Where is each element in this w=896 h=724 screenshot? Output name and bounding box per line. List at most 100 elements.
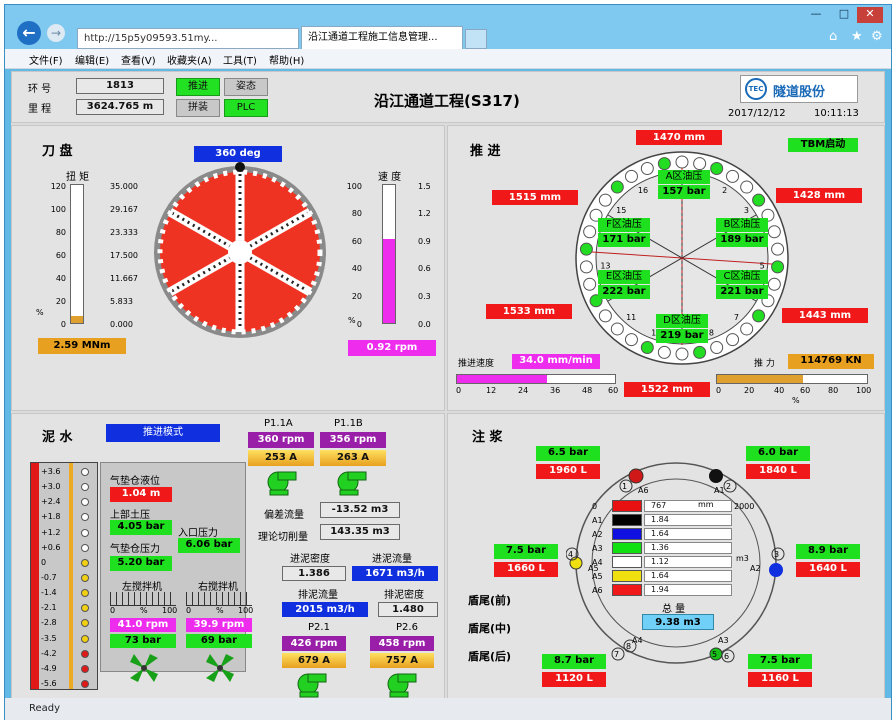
push-speed-value: 34.0 mm/min <box>512 354 600 369</box>
menu-file[interactable]: 文件(F) <box>29 52 63 67</box>
chamber-press-value: 5.20 bar <box>110 556 172 571</box>
port-label-a3: A3 <box>718 636 729 645</box>
level-scale-label: +3.0 <box>41 482 61 492</box>
theory-label: 理论切削量 <box>258 532 308 543</box>
grout-row-value: 1.12 <box>644 556 732 568</box>
speed-unit: % <box>348 316 356 325</box>
tick-label: 23.333 <box>110 228 138 237</box>
tail-back-label: 盾尾(后) <box>468 650 512 663</box>
menu-help[interactable]: 帮助(H) <box>269 52 304 67</box>
cylinder-number: 16 <box>638 186 648 195</box>
pump-p11a-icon <box>267 471 297 496</box>
tick-label: 0 <box>60 320 66 329</box>
posture-button[interactable]: 姿态 <box>224 78 268 96</box>
tick-label: 20 <box>55 297 66 306</box>
header-panel: 环 号 1813 里 程 3624.765 m 推进 姿态 拼装 PLC 沿江通… <box>11 71 885 123</box>
grout-row-value: 1.64 <box>644 528 732 540</box>
p11b-rpm: 356 rpm <box>320 432 386 448</box>
out-flow-value: 2015 m3/h <box>282 602 368 617</box>
out-density-value: 1.480 <box>378 602 438 617</box>
pump-p11b-icon <box>337 471 367 496</box>
address-bar[interactable]: http://15p5y09593.51my... <box>77 28 299 49</box>
level-scale-label: -3.5 <box>41 633 57 643</box>
close-button[interactable]: ✕ <box>857 7 883 23</box>
menu-view[interactable]: 查看(V) <box>121 52 156 67</box>
plc-button[interactable]: PLC <box>224 99 268 117</box>
level-dot <box>81 498 89 507</box>
menu-favorites[interactable]: 收藏夹(A) <box>167 52 212 67</box>
level-scale-label: 0 <box>41 557 47 567</box>
grout-table: 0 767 A1 1.84 A2 1.64 A3 1.36 A4 1.12 A5 1.64 A6 1.94 <box>592 500 732 598</box>
new-tab-button[interactable] <box>465 29 487 49</box>
grout-port-number: 5 <box>712 650 717 659</box>
grout-row-swatch <box>612 528 642 540</box>
torque-bar <box>70 184 84 324</box>
grout-total-label: 总 量 <box>662 604 686 615</box>
assemble-button[interactable]: 拼装 <box>176 99 220 117</box>
p11b-amp: 263 A <box>320 450 386 466</box>
grout-bl-l: 1120 L <box>542 672 606 687</box>
grout-row-swatch <box>612 514 642 526</box>
push-mode-button[interactable]: 推进 <box>176 78 220 96</box>
level-dot <box>81 680 89 688</box>
tick-label: 24 <box>518 386 529 395</box>
tick-label: 20 <box>744 386 755 395</box>
menu-tools[interactable]: 工具(T) <box>223 52 257 67</box>
tick-label: 40 <box>774 386 785 395</box>
p26-rpm: 458 rpm <box>370 636 434 651</box>
left-mixer-icon <box>130 654 158 682</box>
dev-flow-value: -13.52 m3 <box>320 502 400 518</box>
grout-row-label: A3 <box>592 544 603 553</box>
stroke-top: 1470 mm <box>636 130 722 145</box>
grout-mr-bar: 8.9 bar <box>796 544 860 559</box>
zone-a: A区油压 157 bar <box>658 170 710 199</box>
zone-f-value: 171 bar <box>598 233 650 247</box>
cylinder-number: 8 <box>709 329 714 338</box>
thrust-cylinder <box>740 180 754 194</box>
level-dot <box>81 664 89 673</box>
tick-label: 60 <box>55 251 66 260</box>
tick-label: 40 <box>351 264 362 273</box>
torque-unit: % <box>36 308 44 317</box>
minimize-button[interactable]: — <box>803 7 829 23</box>
tick-label: 0 <box>456 386 462 395</box>
tick-label: 35.000 <box>110 182 138 191</box>
menu-edit[interactable]: 编辑(E) <box>75 52 109 67</box>
back-button-icon[interactable]: ← <box>17 21 41 45</box>
grout-port-number: 2 <box>726 482 731 491</box>
tick-label: 100 <box>346 182 362 191</box>
zone-b-value: 189 bar <box>716 233 768 247</box>
gear-icon[interactable]: ⚙ <box>871 29 883 44</box>
grout-row-value: 1.94 <box>644 584 732 596</box>
upper-earth-label: 上部土压 <box>110 510 150 521</box>
level-dot <box>81 558 89 567</box>
level-dot <box>81 649 89 658</box>
zone-d-name: D区油压 <box>656 314 708 328</box>
forward-button-icon[interactable]: → <box>47 24 65 42</box>
grout-unit-m3: m3 <box>736 554 749 563</box>
in-flow-value: 1671 m3/h <box>352 566 438 581</box>
favorites-star-icon[interactable]: ★ <box>851 29 863 44</box>
p26-label: P2.6 <box>396 622 418 633</box>
level-scale-label: -0.7 <box>41 573 57 582</box>
tick-label: 100 <box>856 386 872 395</box>
tick-label: 100 <box>238 606 254 615</box>
home-icon[interactable]: ⌂ <box>829 29 837 44</box>
tick-label: 5.833 <box>110 297 133 306</box>
tab-active[interactable]: 沿江通道工程施工信息管理... <box>301 26 463 49</box>
maximize-button[interactable]: □ <box>831 7 857 23</box>
zone-e-name: E区油压 <box>598 270 650 284</box>
grout-row-swatch <box>612 556 642 568</box>
tick-label: 0.3 <box>418 292 431 301</box>
force-ticks: 0 20 40 60 80 100 <box>716 386 876 396</box>
zone-a-value: 157 bar <box>658 185 710 199</box>
thrust-cylinder <box>640 341 654 355</box>
in-density-label: 进泥密度 <box>290 554 330 565</box>
level-gauge: +3.6 +3.0 +2.4 +1.8 +1.2 +0.6 0 -0.7 -1.4 -2.1 -2.… <box>30 462 98 690</box>
grout-row-label: A6 <box>592 586 603 595</box>
level-dot <box>81 468 89 476</box>
grout-row-swatch <box>612 542 642 554</box>
tbm-status: TBM启动 <box>788 138 858 152</box>
grout-port-number: 1 <box>622 482 627 491</box>
left-mixer-label: 左搅拌机 <box>122 582 162 593</box>
